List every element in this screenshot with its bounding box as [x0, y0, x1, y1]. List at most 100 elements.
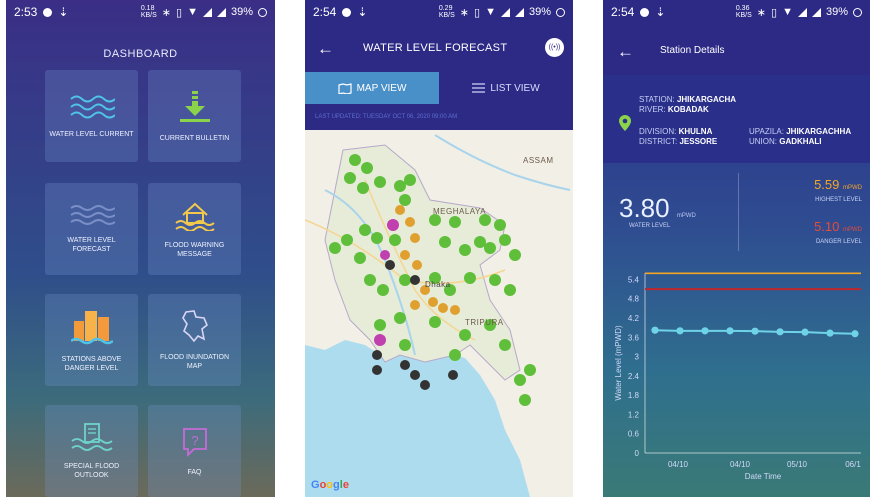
battery-icon	[556, 7, 565, 17]
notification-icon	[43, 7, 53, 17]
status-bar: 2:53 ⇣ 0.18 KB/S ∗ ▯ ▼ 39%	[6, 0, 275, 24]
y-tick-label: 4.2	[628, 314, 640, 323]
x-tick-label: 05/10	[787, 460, 808, 469]
wifi-icon: ▼	[782, 6, 793, 18]
battery-icon	[853, 7, 862, 17]
y-tick-label: 2.4	[628, 372, 640, 381]
vibrate-icon: ▯	[176, 6, 183, 19]
data-point	[726, 327, 734, 335]
back-arrow-icon[interactable]: ←	[617, 43, 634, 60]
status-bar: 2:54 ⇣ 0.36 KB/S ∗ ▯ ▼ 39%	[603, 0, 870, 24]
x-axis-label: Date Time	[745, 472, 782, 481]
last-updated-text: LAST UPDATED: TUESDAY OCT 06, 2020 09:00…	[305, 104, 573, 130]
data-point	[851, 330, 859, 338]
highest-level-value: 5.59 mPWD	[814, 177, 862, 192]
division-value: KHULNA	[678, 127, 713, 136]
map-label-assam: ASSAM	[523, 156, 554, 165]
highest-level-unit: mPWD	[843, 185, 862, 191]
data-point	[701, 327, 709, 335]
tab-label: MAP VIEW	[356, 82, 407, 94]
y-tick-label: 5.4	[628, 275, 640, 284]
y-tick-label: 0.6	[628, 430, 640, 439]
map-label-dhaka: Dhaka	[425, 280, 451, 289]
signal-icon-2	[514, 7, 524, 17]
vibrate-icon: ▯	[771, 6, 778, 19]
buildings-icon	[70, 311, 113, 345]
tile-current-bulletin[interactable]: CURRENT BULLETIN	[148, 70, 241, 162]
wifi-broadcast-icon[interactable]: ((•))	[545, 38, 564, 57]
map-icon	[337, 82, 352, 94]
level-stats: 3.80 mPWD WATER LEVEL 5.59 mPWD HIGHEST …	[603, 163, 870, 263]
country-map-icon	[181, 310, 208, 343]
data-point	[826, 329, 834, 337]
danger-level-number: 5.10	[814, 219, 840, 234]
network-speed: 0.36 KB/S	[735, 5, 752, 19]
data-point	[776, 328, 784, 336]
bluetooth-icon: ∗	[459, 6, 470, 19]
danger-level-label: DANGER LEVEL	[815, 239, 862, 245]
division-row: DIVISION: KHULNA	[639, 127, 712, 136]
page-title: WATER LEVEL FORECAST	[363, 42, 508, 54]
download-status-icon: ⇣	[357, 5, 368, 19]
tile-label: WATER LEVEL FORECAST	[67, 237, 116, 253]
water-level-chart[interactable]: 5.4 4.8 4.2 3.6 3 2.4 1.8 1.2 0.6 0 04/10 04/10 05/1…	[603, 263, 870, 497]
map-label-meghalaya: MEGHALAYA	[433, 207, 487, 216]
y-tick-label: 4.8	[628, 295, 640, 304]
tile-label: STATIONS ABOVE DANGER LEVEL	[61, 356, 122, 372]
y-tick-label: 0	[635, 449, 640, 458]
river-row: RIVER: KOBADAK	[639, 105, 709, 114]
battery-icon	[258, 7, 267, 17]
upazila-row: UPAZILA: JHIKARGACHHA	[749, 127, 851, 136]
data-point	[676, 327, 684, 335]
water-level-value: 3.80 mPWD	[619, 193, 696, 224]
data-point	[651, 326, 659, 334]
danger-level-value: 5.10 mPWD	[814, 219, 862, 234]
district-value: JESSORE	[679, 137, 718, 146]
map-view[interactable]: ASSAM MEGHALAYA TRIPURA Dhaka Google	[305, 130, 573, 497]
y-tick-label: 1.8	[628, 391, 640, 400]
wifi-icon: ▼	[485, 6, 496, 18]
tile-special-flood-outlook[interactable]: SPECIAL FLOOD OUTLOOK	[45, 405, 138, 497]
location-pin-icon	[619, 115, 631, 131]
tile-faq[interactable]: ? FAQ	[148, 405, 241, 497]
x-tick-label: 04/10	[730, 460, 751, 469]
view-tabs: MAP VIEW LIST VIEW	[305, 72, 573, 104]
download-status-icon: ⇣	[58, 5, 69, 19]
data-point	[751, 327, 759, 335]
union-value: GADKHALI	[779, 137, 822, 146]
y-tick-label: 3	[635, 353, 640, 362]
battery-percent: 39%	[528, 6, 551, 18]
division-key: DIVISION:	[639, 127, 677, 136]
flooded-house-icon	[174, 202, 215, 231]
tab-label: LIST VIEW	[490, 82, 540, 94]
status-bar: 2:54 ⇣ 0.29 KB/S ∗ ▯ ▼ 39%	[305, 0, 573, 24]
signal-icon	[797, 7, 807, 17]
back-arrow-icon[interactable]: ←	[317, 40, 334, 57]
district-row: DISTRICT: JESSORE	[639, 137, 717, 146]
danger-level-unit: mPWD	[843, 227, 862, 233]
divider	[738, 173, 739, 251]
tab-list-view[interactable]: LIST VIEW	[439, 72, 573, 104]
tile-flood-warning-message[interactable]: FLOOD WARNING MESSAGE	[148, 183, 241, 275]
app-bar: 2:54 ⇣ 0.29 KB/S ∗ ▯ ▼ 39% ← WATER LEVEL…	[305, 0, 573, 72]
status-time: 2:53	[14, 5, 38, 19]
network-speed: 0.18 KB/S	[140, 5, 157, 19]
tab-map-view[interactable]: MAP VIEW	[305, 72, 439, 104]
download-status-icon: ⇣	[655, 5, 666, 19]
tile-flood-inundation-map[interactable]: FLOOD INUNDATION MAP	[148, 294, 241, 386]
y-axis-label: Water Level (mPWD)	[614, 325, 623, 401]
y-tick-label: 1.2	[628, 410, 640, 419]
tile-water-level-forecast[interactable]: WATER LEVEL FORECAST	[45, 183, 138, 275]
upazila-key: UPAZILA:	[749, 127, 784, 136]
district-key: DISTRICT:	[639, 137, 678, 146]
bluetooth-icon: ∗	[161, 6, 172, 19]
station-value: JHIKARGACHA	[676, 95, 737, 104]
notification-icon	[640, 7, 650, 17]
bluetooth-icon: ∗	[756, 6, 767, 19]
tile-label: SPECIAL FLOOD OUTLOOK	[63, 463, 120, 479]
river-key: RIVER:	[639, 105, 666, 114]
tile-stations-above-danger[interactable]: STATIONS ABOVE DANGER LEVEL	[45, 294, 138, 386]
x-tick-label: 06/1	[845, 460, 861, 469]
tile-water-level-current[interactable]: WATER LEVEL CURRENT	[45, 70, 138, 162]
signal-icon	[202, 7, 212, 17]
